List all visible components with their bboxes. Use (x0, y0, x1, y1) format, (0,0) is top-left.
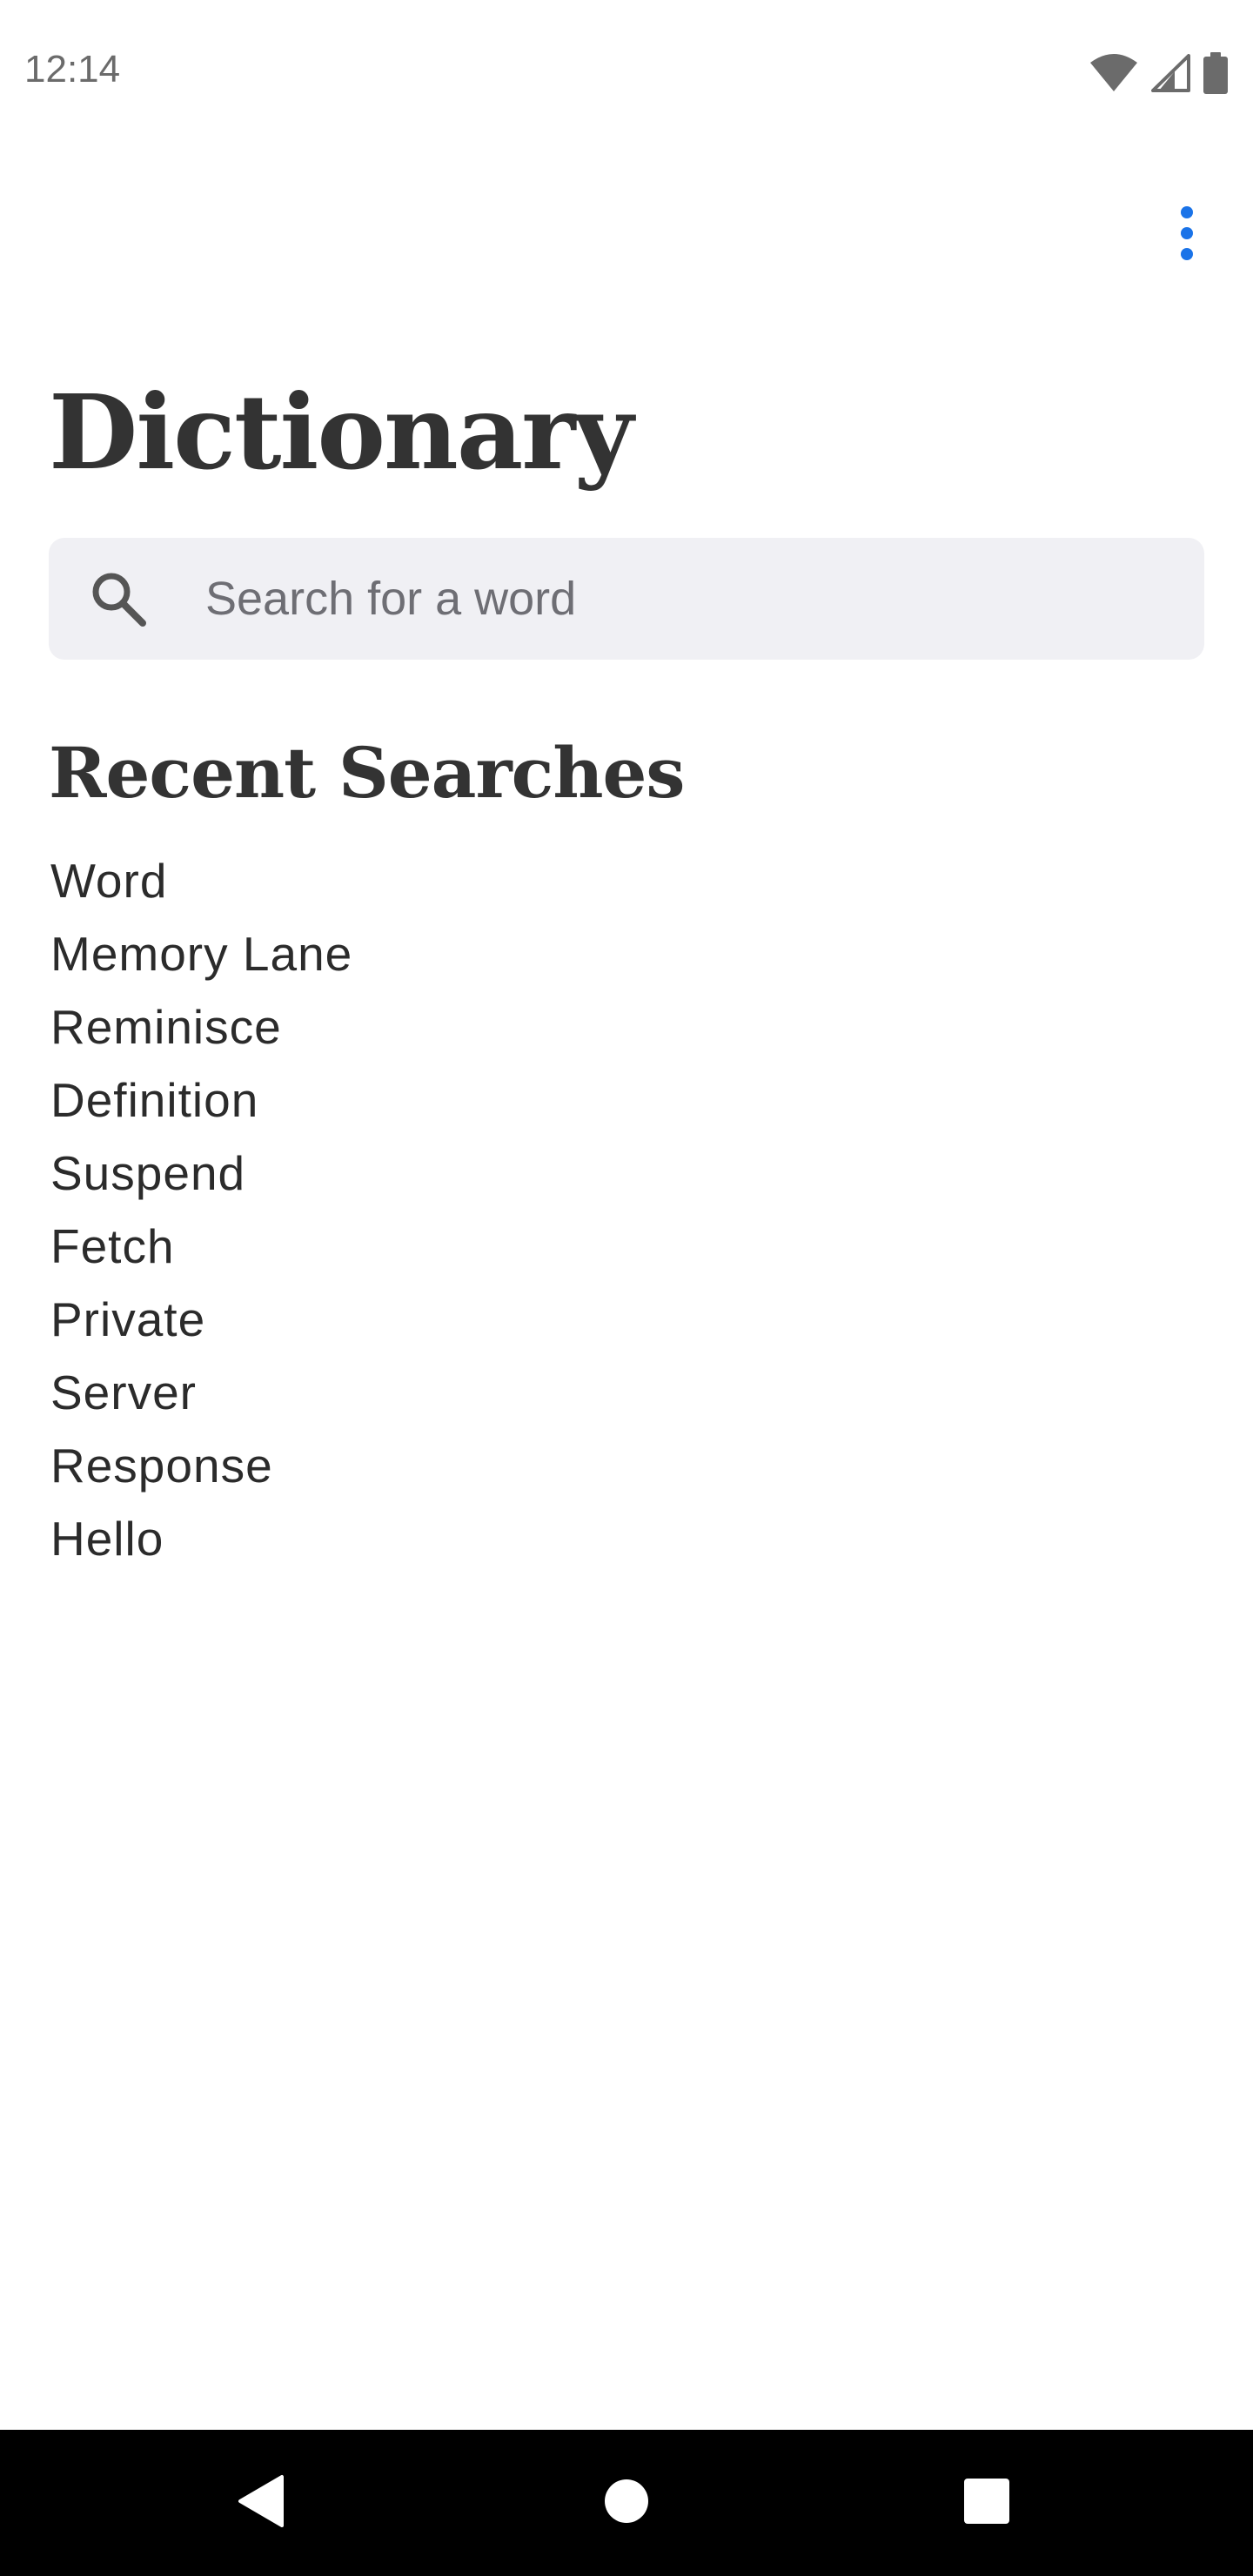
navigation-bar (0, 2430, 1253, 2576)
list-item[interactable]: Memory Lane (50, 917, 352, 990)
status-bar: 12:14 (0, 0, 1253, 153)
search-icon (89, 569, 148, 628)
list-item[interactable]: Suspend (50, 1137, 352, 1210)
status-time: 12:14 (24, 48, 121, 91)
list-item[interactable]: Private (50, 1283, 352, 1356)
list-item[interactable]: Fetch (50, 1210, 352, 1283)
home-icon (604, 2479, 649, 2528)
list-item[interactable]: Server (50, 1356, 352, 1429)
page-title: Dictionary (49, 372, 633, 493)
list-item[interactable]: Word (50, 844, 352, 917)
recents-icon (963, 2478, 1010, 2529)
wifi-icon (1089, 54, 1138, 92)
recent-searches-heading: Recent Searches (49, 732, 685, 814)
list-item[interactable]: Definition (50, 1063, 352, 1137)
search-input[interactable] (205, 538, 1163, 660)
cellular-signal-icon (1150, 54, 1190, 92)
list-item[interactable]: Hello (50, 1502, 352, 1575)
search-bar[interactable] (49, 538, 1204, 660)
list-item[interactable]: Response (50, 1429, 352, 1502)
back-button[interactable] (218, 2459, 305, 2546)
recents-button[interactable] (943, 2459, 1030, 2546)
list-item[interactable]: Reminisce (50, 990, 352, 1063)
status-icons (1089, 52, 1229, 94)
home-button[interactable] (583, 2459, 670, 2546)
overflow-menu-button[interactable] (1163, 200, 1211, 270)
back-icon (237, 2473, 285, 2533)
battery-icon (1203, 52, 1229, 94)
recent-searches-list: Word Memory Lane Reminisce Definition Su… (50, 844, 352, 1575)
more-vert-icon (1178, 205, 1196, 265)
